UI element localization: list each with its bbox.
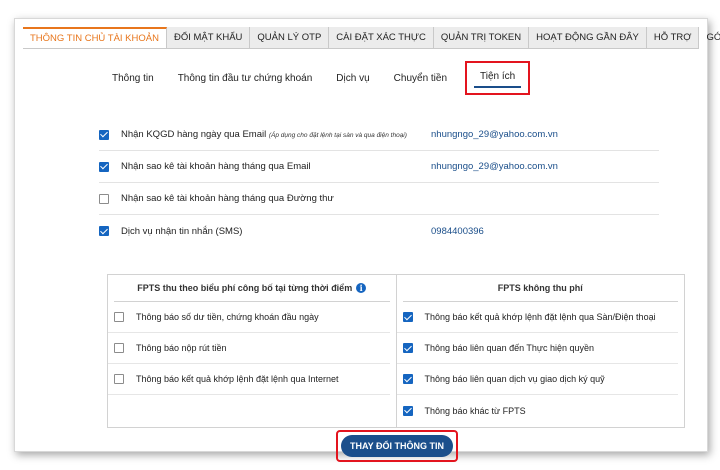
option-label: Nhận sao kê tài khoản hàng tháng qua Đườ… [121, 193, 334, 204]
subtab-utilities[interactable]: Tiện ích [474, 71, 522, 88]
checkbox[interactable] [99, 226, 109, 236]
column-heading: FPTS thu theo biểu phí công bố tại từng … [114, 275, 390, 302]
tab-account-info[interactable]: THÔNG TIN CHỦ TÀI KHOẢN [23, 27, 167, 48]
checkbox[interactable] [402, 405, 413, 416]
account-settings-window: THÔNG TIN CHỦ TÀI KHOẢN ĐỔI MẬT KHẨU QUẢ… [14, 18, 720, 462]
item-label: Thông báo kết quả khớp lệnh đặt lệnh qua… [136, 374, 339, 384]
column-heading: FPTS không thu phí [402, 275, 678, 302]
sub-tabs: Thông tin Thông tin đầu tư chứng khoán D… [100, 61, 531, 95]
tab-support[interactable]: HỖ TRỢ [647, 27, 700, 48]
option-row: Dịch vụ nhận tin nhắn (SMS) 0984400396 [99, 215, 659, 247]
subtab-services[interactable]: Dịch vụ [324, 73, 381, 84]
subtab-transfer[interactable]: Chuyển tiền [382, 73, 459, 84]
tab-feedback[interactable]: GÓP Ý [699, 27, 720, 48]
tab-change-password[interactable]: ĐỔI MẬT KHẨU [167, 27, 251, 48]
checkbox[interactable] [114, 343, 124, 353]
change-info-button[interactable]: THAY ĐỔI THÔNG TIN [341, 435, 453, 457]
option-row: Nhận sao kê tài khoản hàng tháng qua Ema… [99, 151, 659, 183]
option-phone: 0984400396 [431, 225, 484, 237]
notification-panel: FPTS thu theo biểu phí công bố tại từng … [107, 274, 685, 428]
option-label: Dịch vụ nhận tin nhắn (SMS) [121, 225, 243, 237]
tab-token-management[interactable]: QUẢN TRỊ TOKEN [434, 27, 530, 48]
subtab-investment-info[interactable]: Thông tin đầu tư chứng khoán [166, 73, 325, 84]
list-item: Thông báo số dư tiền, chứng khoán đầu ng… [108, 302, 390, 333]
list-item: Thông báo liên quan dịch vụ giao dịch ký… [396, 364, 678, 395]
option-email: nhungngo_29@yahoo.com.vn [431, 129, 558, 140]
tab-otp-management[interactable]: QUẢN LÝ OTP [250, 27, 330, 48]
item-label: Thông báo kết quả khớp lệnh đặt lệnh qua… [424, 312, 656, 322]
list-item: Thông báo kết quả khớp lệnh đặt lệnh qua… [108, 364, 390, 395]
list-item: Thông báo liên quan đến Thực hiện quyền [396, 333, 678, 364]
checkbox[interactable] [402, 343, 413, 353]
checkbox[interactable] [402, 374, 413, 384]
notification-options: Nhận KQGD hàng ngày qua Email (Áp dụng c… [99, 119, 659, 247]
tab-auth-settings[interactable]: CÀI ĐẶT XÁC THỰC [329, 27, 434, 48]
option-label: Nhận sao kê tài khoản hàng tháng qua Ema… [121, 161, 311, 172]
subtab-info[interactable]: Thông tin [100, 73, 166, 84]
option-row: Nhận KQGD hàng ngày qua Email (Áp dụng c… [99, 119, 659, 151]
submit-highlight: THAY ĐỔI THÔNG TIN [336, 430, 458, 462]
checkbox[interactable] [402, 312, 413, 322]
option-row: Nhận sao kê tài khoản hàng tháng qua Đườ… [99, 183, 659, 215]
option-note: (Áp dụng cho đặt lệnh tại sàn và qua điệ… [268, 132, 407, 139]
item-label: Thông báo khác từ FPTS [424, 405, 526, 416]
item-label: Thông báo liên quan đến Thực hiện quyền [424, 343, 595, 353]
checkbox[interactable] [99, 161, 109, 172]
list-item: Thông báo khác từ FPTS [397, 395, 679, 426]
checkbox[interactable] [99, 129, 109, 140]
list-item: Thông báo nộp rút tiền [108, 333, 390, 364]
checkbox[interactable] [99, 193, 109, 204]
item-label: Thông báo nộp rút tiền [136, 343, 227, 353]
info-icon[interactable]: i [356, 283, 367, 293]
subtab-utilities-highlight: Tiện ích [465, 61, 531, 95]
top-nav: THÔNG TIN CHỦ TÀI KHOẢN ĐỔI MẬT KHẨU QUẢ… [23, 27, 720, 49]
item-label: Thông báo liên quan dịch vụ giao dịch ký… [424, 374, 605, 384]
tab-recent-activity[interactable]: HOẠT ĐỘNG GẦN ĐÂY [529, 27, 647, 48]
list-item: Thông báo kết quả khớp lệnh đặt lệnh qua… [396, 302, 678, 333]
option-email: nhungngo_29@yahoo.com.vn [431, 161, 558, 172]
checkbox[interactable] [114, 374, 124, 384]
paid-notifications-column: FPTS thu theo biểu phí công bố tại từng … [108, 275, 396, 427]
option-label: Nhận KQGD hàng ngày qua Email (Áp dụng c… [121, 129, 407, 140]
checkbox[interactable] [114, 312, 124, 322]
item-label: Thông báo số dư tiền, chứng khoán đầu ng… [136, 312, 319, 322]
free-notifications-column: FPTS không thu phí Thông báo kết quả khớ… [395, 275, 685, 427]
